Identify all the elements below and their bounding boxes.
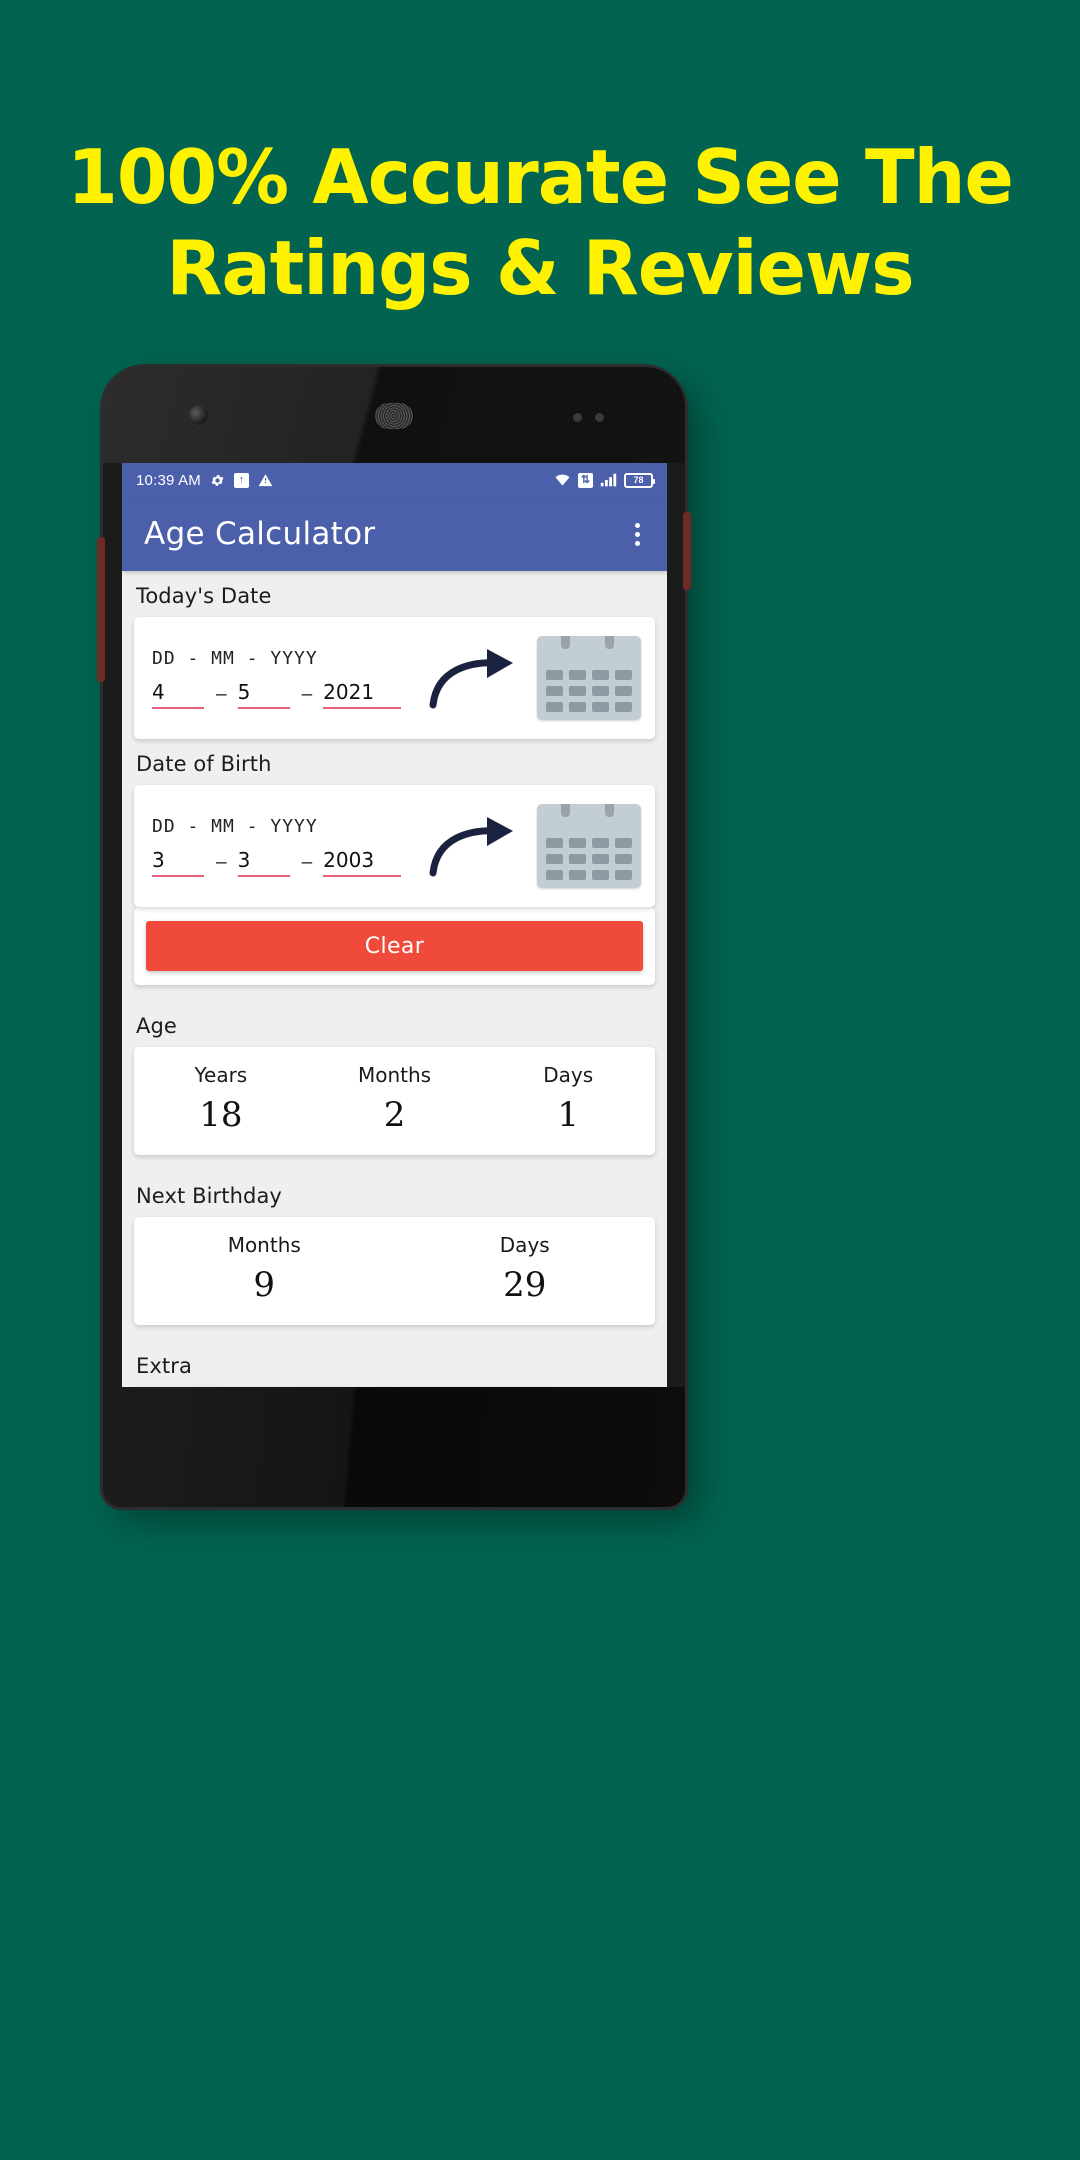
- next-birthday-days-label: Days: [499, 1233, 550, 1257]
- dob-year-field[interactable]: 2003: [323, 848, 402, 877]
- power-button[interactable]: [683, 512, 691, 590]
- phone-bottom-bezel: [103, 1387, 685, 1507]
- warning-icon: [258, 473, 273, 488]
- age-days-column: Days 1: [481, 1063, 655, 1135]
- next-birthday-days-value: 29: [503, 1265, 547, 1305]
- gear-icon: [210, 473, 225, 488]
- page-title: Age Calculator: [144, 516, 376, 552]
- age-years-label: Years: [194, 1063, 248, 1087]
- age-months-column: Months 2: [308, 1063, 482, 1135]
- clear-card: Clear: [134, 907, 655, 985]
- next-birthday-result-card: Months 9 Days 29: [134, 1217, 655, 1325]
- today-date-card[interactable]: DD - MM - YYYY 4 – 5 – 2021: [134, 617, 655, 739]
- dob-sep-2: –: [301, 851, 313, 873]
- light-sensor-icon: [595, 413, 604, 422]
- proximity-sensor-icon: [573, 413, 582, 422]
- promo-headline-line-1: 100% Accurate See The: [67, 133, 1014, 221]
- phone-mockup: 10:39 AM ↑ ⇅ 78 Age Calculator Today's D…: [97, 367, 691, 1507]
- next-birthday-months-column: Months 9: [134, 1233, 395, 1305]
- dob-date-hint: DD - MM - YYYY: [152, 815, 318, 837]
- today-sep-2: –: [301, 683, 313, 705]
- overflow-menu-icon[interactable]: [623, 518, 651, 550]
- calendar-icon[interactable]: [537, 804, 641, 888]
- age-years-value: 18: [199, 1095, 243, 1135]
- age-result-card: Years 18 Months 2 Days 1: [134, 1047, 655, 1155]
- today-month-field[interactable]: 5: [237, 680, 290, 709]
- wifi-icon: [554, 473, 571, 487]
- age-years-column: Years 18: [134, 1063, 308, 1135]
- section-label-next-birthday: Next Birthday: [136, 1184, 282, 1208]
- promo-headline-line-2: Ratings & Reviews: [166, 224, 914, 312]
- battery-icon: 78: [624, 472, 655, 488]
- age-days-label: Days: [543, 1063, 594, 1087]
- phone-top-bezel: [103, 367, 685, 463]
- arrow-right-icon: [427, 645, 523, 711]
- dob-month-field[interactable]: 3: [237, 848, 290, 877]
- next-birthday-months-label: Months: [227, 1233, 301, 1257]
- section-label-age: Age: [136, 1014, 177, 1038]
- next-birthday-days-column: Days 29: [395, 1233, 656, 1305]
- phone-screen: 10:39 AM ↑ ⇅ 78 Age Calculator Today's D…: [122, 463, 667, 1408]
- volume-button[interactable]: [97, 537, 105, 682]
- today-year-field[interactable]: 2021: [323, 680, 402, 709]
- clear-button[interactable]: Clear: [146, 921, 643, 971]
- today-day-field[interactable]: 4: [152, 680, 204, 709]
- age-days-value: 1: [557, 1095, 579, 1135]
- today-sep-1: –: [216, 683, 227, 705]
- next-birthday-months-value: 9: [253, 1265, 276, 1305]
- app-bar: Age Calculator: [122, 497, 667, 571]
- front-camera-icon: [189, 406, 208, 425]
- age-months-label: Months: [357, 1063, 432, 1087]
- signal-icon: [600, 473, 617, 487]
- app-content: Today's Date DD - MM - YYYY 4 – 5 – 2021: [122, 571, 667, 1408]
- dob-day-field[interactable]: 3: [152, 848, 204, 877]
- status-time: 10:39 AM: [136, 471, 201, 489]
- dob-date-card[interactable]: DD - MM - YYYY 3 – 3 – 2003: [134, 785, 655, 907]
- arrow-right-icon: [427, 813, 523, 879]
- section-label-extra: Extra: [136, 1354, 192, 1378]
- calendar-icon[interactable]: [537, 636, 641, 720]
- section-label-dob: Date of Birth: [136, 752, 272, 776]
- age-months-value: 2: [383, 1095, 406, 1135]
- today-date-hint: DD - MM - YYYY: [152, 647, 318, 669]
- dob-sep-1: –: [216, 851, 227, 873]
- status-bar: 10:39 AM ↑ ⇅ 78: [122, 463, 667, 497]
- promo-headline: 100% Accurate See The Ratings & Reviews: [16, 140, 1064, 306]
- sync-icon: ⇅: [578, 472, 593, 488]
- earpiece-speaker-icon: [375, 403, 413, 429]
- upload-icon: ↑: [233, 472, 249, 488]
- section-label-today: Today's Date: [136, 584, 272, 608]
